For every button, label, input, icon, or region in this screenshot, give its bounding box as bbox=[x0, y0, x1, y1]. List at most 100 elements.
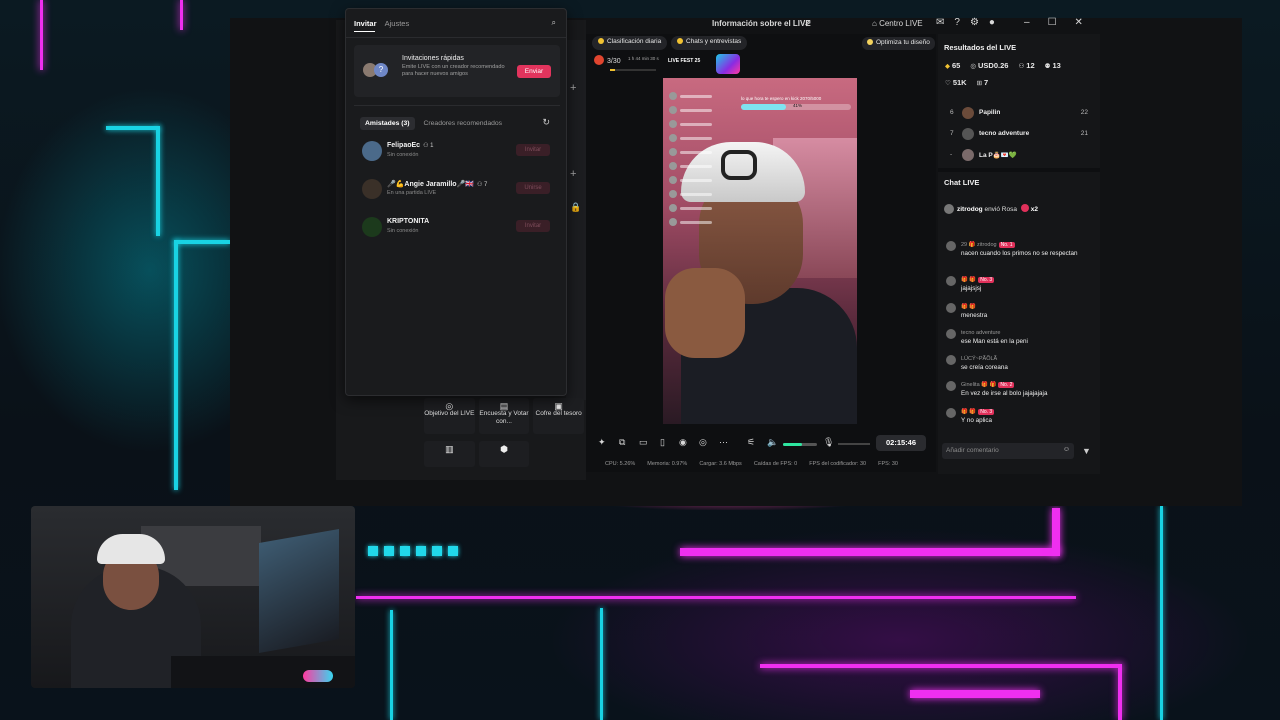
gift-action: envió Rosa bbox=[984, 206, 1017, 213]
box-icon: ▥ bbox=[445, 444, 454, 454]
avatar[interactable] bbox=[946, 276, 956, 286]
chat-user-line: LÚCŸ~PÃÕLÃ bbox=[961, 355, 997, 363]
friend-count-value: 1 bbox=[430, 143, 434, 149]
emoji-icon[interactable]: ☺ bbox=[1063, 446, 1070, 453]
add-icon[interactable]: + bbox=[570, 168, 576, 180]
more-icon[interactable]: ⋯ bbox=[719, 437, 728, 448]
chip-daily-ranking[interactable]: Clasificación diaria bbox=[592, 36, 668, 50]
avatar[interactable] bbox=[946, 381, 956, 391]
chat-user[interactable]: 29 🎁 zitrodog bbox=[961, 242, 997, 248]
notification-icon[interactable]: ✉ bbox=[936, 17, 944, 28]
stat-memory: Memoria: 0.97% bbox=[647, 461, 688, 467]
avatar bbox=[944, 204, 954, 214]
help-icon[interactable]: ? bbox=[954, 17, 960, 28]
centro-live-link[interactable]: ⌂ Centro LIVE bbox=[872, 19, 923, 28]
tool-treasure[interactable]: ▣ Cofre del tesoro bbox=[533, 398, 584, 434]
followers-icon: ⚉ bbox=[1044, 63, 1051, 70]
chat-user[interactable]: 🎁 🎁 bbox=[961, 304, 976, 310]
refresh-icon[interactable]: ↻ bbox=[542, 117, 550, 128]
camera-preview: lo que hora te espero en kick 2070/5000 … bbox=[663, 78, 857, 424]
active-tab-underline bbox=[354, 31, 375, 32]
gift-mult: x2 bbox=[1030, 206, 1039, 213]
mixer-icon[interactable]: ⚟ bbox=[747, 437, 755, 448]
avatar[interactable] bbox=[946, 355, 956, 365]
leaderboard-row[interactable]: 6 Papilin 22 bbox=[948, 107, 1090, 121]
scene-icon[interactable]: ⧉ bbox=[619, 437, 625, 448]
tab-amistades[interactable]: Amistades (3) bbox=[360, 117, 415, 130]
avatar[interactable] bbox=[946, 329, 956, 339]
minimize-icon[interactable]: – bbox=[1024, 17, 1030, 28]
friend-name-text: FelipaoEc bbox=[387, 142, 421, 149]
neon-line bbox=[106, 126, 160, 130]
tool-label: Objetivo del LIVE bbox=[424, 410, 475, 417]
tab-creadores[interactable]: Creadores recomendados bbox=[418, 117, 507, 130]
tab-invitar[interactable]: Invitar bbox=[354, 19, 377, 28]
tool-poll[interactable]: ▤ Encuesta y Votar con... bbox=[478, 398, 530, 434]
quick-invites-title: Invitaciones rápidas bbox=[402, 55, 464, 62]
settings-icon[interactable]: ⚙ bbox=[970, 17, 979, 28]
goal-overlay: lo que hora te espero en kick 2070/5000 … bbox=[741, 96, 851, 122]
gifts-stat: ⊞ 7 bbox=[977, 78, 989, 87]
chat-text: menestra bbox=[961, 312, 988, 319]
chat-user[interactable]: tecno adventure bbox=[961, 330, 1000, 336]
search-icon[interactable]: ⌕ bbox=[552, 18, 556, 28]
broadcast-icon[interactable]: ◎ bbox=[699, 437, 707, 448]
neon-line bbox=[390, 610, 393, 720]
maximize-icon[interactable]: ☐ bbox=[1048, 17, 1057, 28]
leaderboard-row[interactable]: 7 tecno adventure 21 bbox=[948, 128, 1090, 142]
close-icon[interactable]: ✕ bbox=[1075, 17, 1083, 28]
join-button[interactable]: Unirse bbox=[516, 182, 550, 194]
friend-count: ⚇ 7 bbox=[477, 182, 488, 188]
usd-stat: ◎ USD0.26 bbox=[970, 61, 1008, 70]
neon-dots bbox=[368, 546, 458, 556]
screen-icon[interactable]: ▭ bbox=[639, 437, 648, 448]
live-fest-logo[interactable] bbox=[716, 54, 740, 74]
leader-pos: 6 bbox=[950, 109, 954, 116]
avatar[interactable]: ● bbox=[989, 17, 995, 28]
filter-icon[interactable]: ▼ bbox=[1082, 446, 1091, 456]
tab-ajustes[interactable]: Ajustes bbox=[385, 19, 410, 28]
stat-encoder-fps: FPS del codificador: 30 bbox=[809, 461, 867, 467]
chat-user[interactable]: LÚCŸ~PÃÕLÃ bbox=[961, 356, 997, 362]
chat-user[interactable]: Ginelita 🎁 🎁 bbox=[961, 382, 996, 388]
lock-icon[interactable]: 🔒 bbox=[570, 202, 581, 213]
tool-live-goal[interactable]: ◎ Objetivo del LIVE bbox=[424, 398, 475, 434]
overlay-chat bbox=[669, 92, 717, 262]
leaderboard-row[interactable]: - La P🎂💌💚 bbox=[948, 149, 1090, 163]
avatar[interactable] bbox=[946, 408, 956, 418]
optimize-button[interactable]: Optimiza tu diseño bbox=[862, 37, 935, 50]
chat-user[interactable]: 🎁 🎁 bbox=[961, 277, 976, 283]
goal-text: lo que hora te espero en kick 2070/5000 bbox=[741, 96, 822, 101]
send-button[interactable]: Enviar bbox=[517, 65, 551, 78]
diamonds-value: 65 bbox=[952, 61, 961, 70]
chip-chats[interactable]: Chats y entrevistas bbox=[671, 36, 748, 50]
magic-icon[interactable]: ✦ bbox=[598, 437, 606, 448]
avatar[interactable] bbox=[946, 241, 956, 251]
tool-hex[interactable]: ⬢ bbox=[478, 441, 530, 467]
phone-icon[interactable]: ▯ bbox=[660, 437, 665, 448]
mic-level[interactable] bbox=[838, 443, 870, 445]
speaker-icon[interactable]: 🔈 bbox=[767, 437, 778, 448]
volume-slider[interactable] bbox=[783, 443, 817, 446]
avatar[interactable] bbox=[946, 303, 956, 313]
chat-user[interactable]: 🎁 🎁 bbox=[961, 409, 976, 415]
coin-icon: ◎ bbox=[970, 63, 977, 70]
gift-icon: ⊞ bbox=[976, 80, 983, 87]
chat-text: jajajsjsj bbox=[961, 285, 982, 292]
invite-popup: Invitar Ajustes ⌕ ? Invitaciones rápidas… bbox=[345, 8, 567, 396]
friend-name: 🎤💪Angie Jaramillo🎤🇬🇧 ⚇ 7 bbox=[387, 180, 487, 188]
invite-button[interactable]: Invitar bbox=[516, 144, 550, 156]
record-icon[interactable]: ◉ bbox=[679, 437, 687, 448]
share-icon[interactable]: ⇗ bbox=[804, 18, 812, 29]
stats-bar: CPU: 5.26% Memoria: 0.97% Cargar: 3.6 Mb… bbox=[605, 461, 898, 467]
divider bbox=[346, 37, 566, 38]
add-icon[interactable]: + bbox=[570, 82, 576, 94]
mic-icon[interactable]: 🎙 bbox=[823, 437, 834, 448]
neon-line bbox=[760, 664, 1122, 668]
chat-text: ese Man está en la peni bbox=[961, 338, 1028, 345]
friend-status: Sin conexión bbox=[387, 228, 419, 234]
tool-box[interactable]: ▥ bbox=[424, 441, 475, 467]
invite-button[interactable]: Invitar bbox=[516, 220, 550, 232]
comment-input[interactable]: Añadir comentario ☺ bbox=[942, 443, 1074, 459]
avatar bbox=[962, 128, 974, 140]
